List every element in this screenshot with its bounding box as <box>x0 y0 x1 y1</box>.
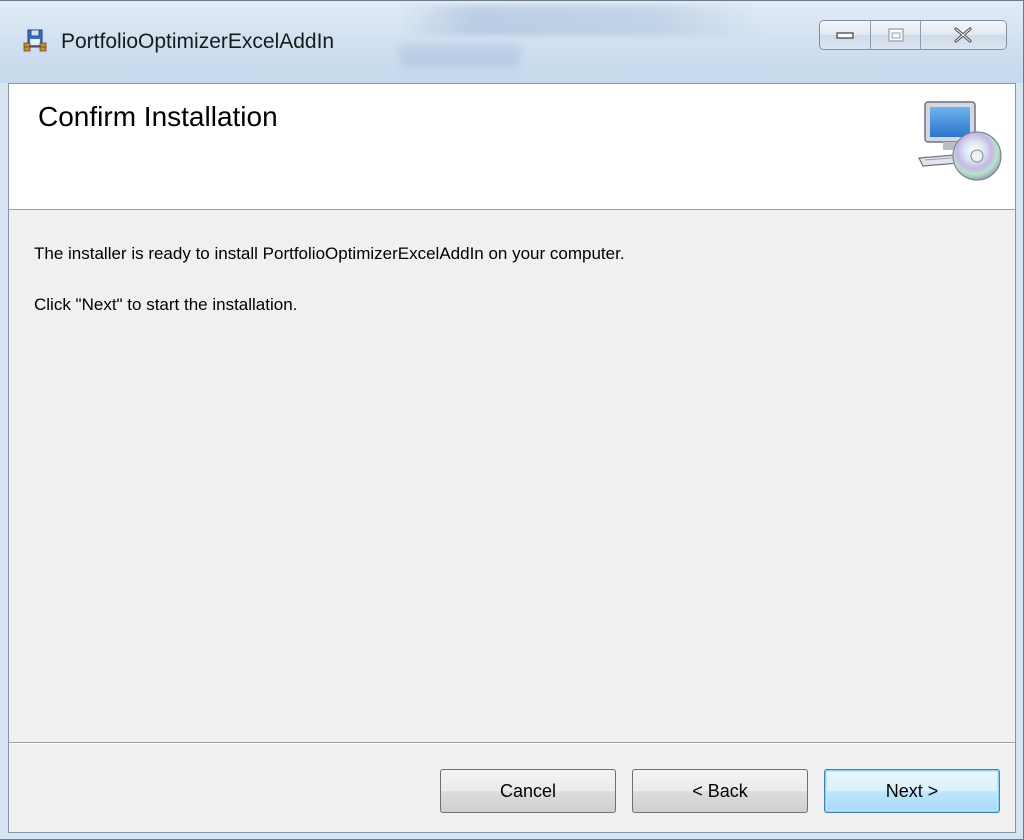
background-blur <box>400 5 760 35</box>
window-title: PortfolioOptimizerExcelAddIn <box>61 30 335 53</box>
installer-app-icon <box>22 27 48 53</box>
background-blur <box>400 45 520 67</box>
dialog-client-area: Confirm Installation The installer is re… <box>8 83 1016 833</box>
minimize-button[interactable] <box>820 21 872 49</box>
window-controls <box>819 20 1007 50</box>
ready-message: The installer is ready to install Portfo… <box>34 244 625 263</box>
installer-window: PortfolioOptimizerExcelAddIn Confirm Ins… <box>0 0 1024 840</box>
cancel-button[interactable]: Cancel <box>440 769 616 813</box>
close-button[interactable] <box>920 21 1006 49</box>
instruction-message: Click "Next" to start the installation. <box>34 295 298 314</box>
maximize-icon <box>888 28 904 42</box>
next-button[interactable]: Next > <box>824 769 1000 813</box>
minimize-icon <box>836 32 854 39</box>
footer-divider <box>9 742 1015 744</box>
title-bar[interactable]: PortfolioOptimizerExcelAddIn <box>0 1 1023 83</box>
header-banner: Confirm Installation <box>9 84 1015 210</box>
page-title: Confirm Installation <box>38 101 278 132</box>
maximize-button[interactable] <box>871 21 921 49</box>
computer-cd-icon <box>915 98 1007 184</box>
back-button[interactable]: < Back <box>632 769 808 813</box>
close-icon <box>954 27 972 43</box>
